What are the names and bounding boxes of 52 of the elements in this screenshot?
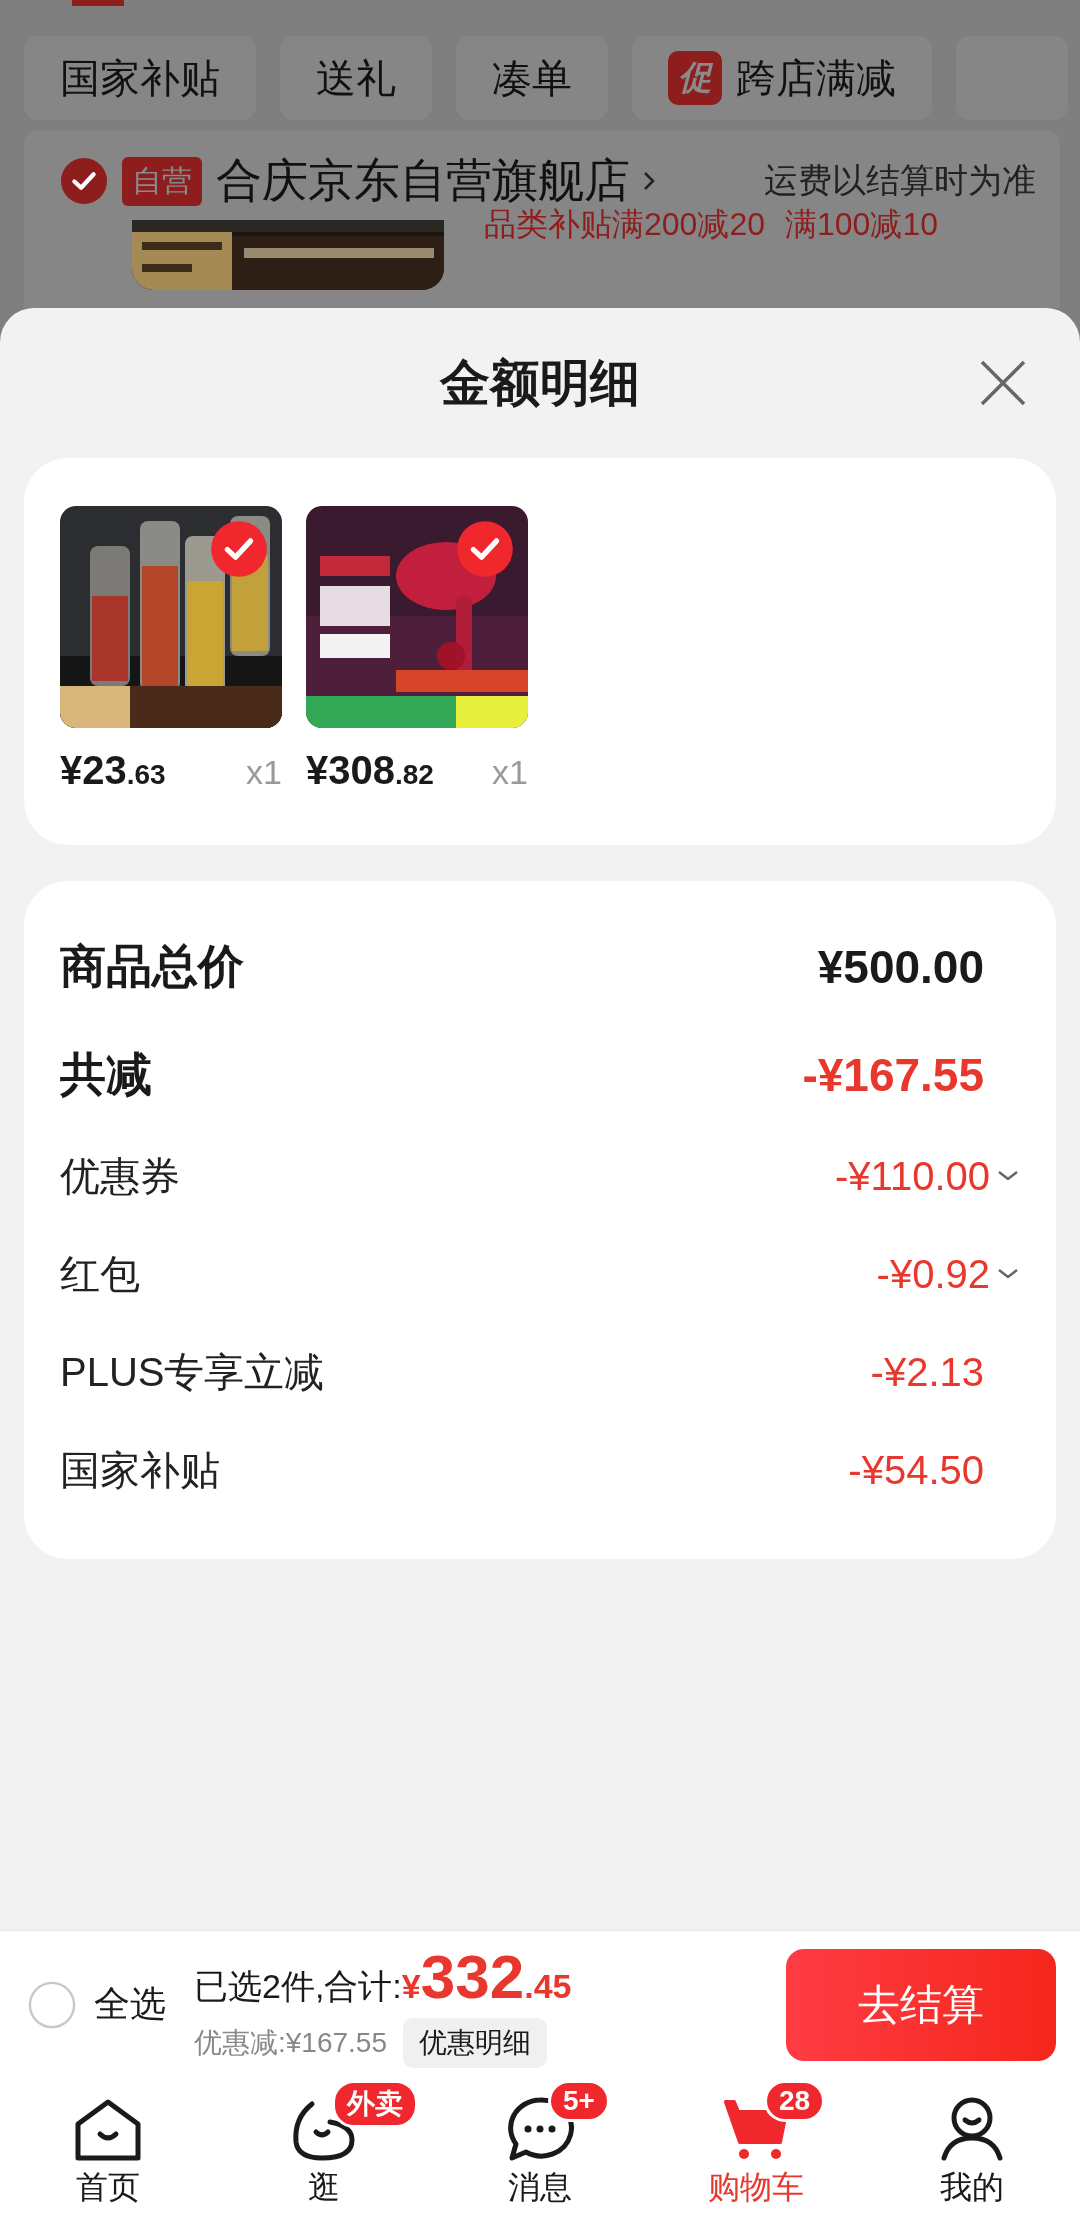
amount-value: -¥167.55: [802, 1048, 984, 1102]
amount-value: ¥500.00: [817, 940, 984, 994]
discount-detail-button[interactable]: 优惠明细: [403, 2018, 547, 2068]
amount-label: 国家补贴: [60, 1446, 220, 1494]
person-icon: [938, 2096, 1006, 2162]
amount-value: -¥0.92: [876, 1251, 990, 1297]
selected-summary: 已选2件,合计:: [194, 1966, 402, 2007]
checkbox-icon[interactable]: [210, 520, 268, 578]
item-price: ¥23.63: [60, 748, 166, 793]
self-operated-badge: 自营: [122, 156, 202, 206]
item-price: ¥308.82: [306, 748, 434, 793]
total-price: ¥332.45: [401, 1941, 572, 2012]
amount-value: -¥2.13: [870, 1349, 984, 1395]
count-badge: 外卖: [332, 2080, 418, 2128]
discount-text: 优惠减:¥167.55: [194, 2026, 387, 2060]
filter-chip[interactable]: 凑单: [456, 36, 608, 120]
checkout-button[interactable]: 去结算: [786, 1948, 1056, 2061]
close-icon[interactable]: [978, 358, 1028, 408]
filter-chip[interactable]: 促 跨店满减: [632, 36, 932, 120]
nav-tab[interactable]: 购物车: [708, 2166, 804, 2210]
checkbox-icon[interactable]: [456, 520, 514, 578]
amount-label: 红包: [60, 1250, 140, 1298]
count-badge: 5+: [548, 2080, 610, 2122]
chip-label: 送礼: [316, 54, 396, 102]
item-quantity: x1: [246, 753, 282, 792]
chip-label: 跨店满减: [736, 54, 896, 102]
shipping-note: 运费以结算时为准: [764, 160, 1037, 201]
sheet-title: 金额明细: [440, 353, 640, 413]
nav-tab[interactable]: 我的: [940, 2166, 1004, 2210]
amount-label: 共减: [60, 1047, 152, 1102]
chip-label: 凑单: [492, 54, 572, 102]
item-quantity: x1: [492, 753, 528, 792]
amount-label: 商品总价: [60, 939, 244, 994]
select-all-label[interactable]: 全选: [94, 1980, 166, 2029]
checkbox-icon[interactable]: [28, 1980, 76, 2029]
chevron-icon: [642, 170, 656, 192]
filter-chip[interactable]: 国家补贴: [24, 36, 256, 120]
promo-tag: 促: [668, 51, 722, 105]
amount-label: 优惠券: [60, 1152, 180, 1200]
amount-value: -¥54.50: [848, 1447, 984, 1493]
checkbox-icon[interactable]: [60, 157, 108, 205]
filter-chip[interactable]: 送礼: [280, 36, 432, 120]
promo-text: 品类补贴满200减20: [484, 208, 765, 240]
home-icon: [74, 2098, 142, 2162]
chip-label: 国家补贴: [60, 54, 220, 102]
nav-tab[interactable]: 逛: [308, 2166, 340, 2210]
promo-text: 满100减10: [785, 208, 938, 240]
amount-label: PLUS专享立减: [60, 1348, 325, 1396]
nav-tab[interactable]: 消息: [508, 2166, 572, 2210]
tab-indicator: [72, 0, 124, 6]
amount-value: -¥110.00: [835, 1153, 990, 1199]
nav-tab[interactable]: 首页: [76, 2166, 140, 2210]
